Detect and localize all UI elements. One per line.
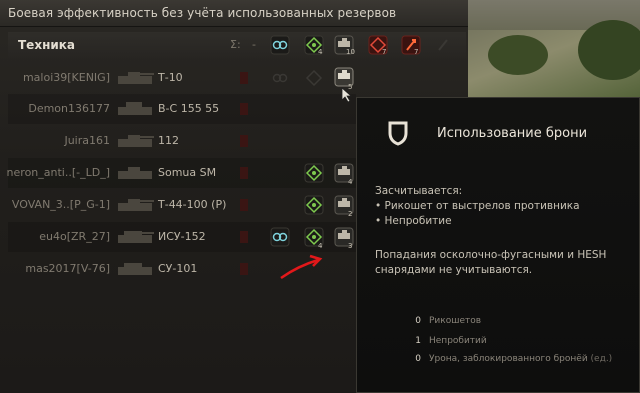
tooltip-counted-label: Засчитывается: xyxy=(375,185,463,197)
fire-indicator-icon xyxy=(240,135,248,147)
tank-name: Т-44-100 (Р) xyxy=(158,198,227,211)
tank-name: В-С 155 55 xyxy=(158,102,220,115)
mouse-cursor-icon xyxy=(341,87,353,103)
tank-icon xyxy=(118,263,152,275)
tooltip-note-line2: снарядами не учитываются. xyxy=(375,264,533,276)
shield-icon xyxy=(388,121,408,146)
table-row[interactable]: maloi39[KENIG] Т-10 5 xyxy=(8,63,356,93)
tree xyxy=(488,35,548,75)
tank-name: СУ-101 xyxy=(158,262,198,275)
fire-indicator-icon xyxy=(240,263,248,275)
tooltip-title: Использование брони xyxy=(437,126,588,141)
stat-blocked-damage: 0 Урона, заблокированного бронёй (ед.) xyxy=(397,354,612,364)
armor-count: 2 xyxy=(348,210,353,218)
stat-value: 0 xyxy=(415,316,421,326)
table-row[interactable]: VOVAN_3..[P_G-1] Т-44-100 (Р) 2 xyxy=(8,190,356,220)
tank-icon xyxy=(118,135,154,147)
stat-label: Урона, заблокированного бронёй xyxy=(429,354,588,364)
sigma-value: - xyxy=(252,38,256,51)
fire-indicator-icon xyxy=(240,199,248,211)
tank-icon xyxy=(118,231,154,243)
tank-icon xyxy=(118,167,152,179)
table-header: Техника Σ: - 4 10 7 7 xyxy=(8,32,466,58)
player-name: eu4o[ZR_27] xyxy=(39,230,110,243)
damage-assist-icon[interactable] xyxy=(433,35,453,55)
header-damage-count: 7 xyxy=(414,48,419,56)
spot-assist-icon[interactable] xyxy=(304,195,324,215)
player-name: Juira161 xyxy=(64,134,110,147)
tree xyxy=(578,20,640,80)
tank-name: ИСУ-152 xyxy=(158,230,206,243)
table-row[interactable]: Juira161 112 xyxy=(8,126,356,156)
stat-value: 0 xyxy=(415,354,421,364)
tooltip-note-line1: Попадания осколочно-фугасными и HESH xyxy=(375,249,607,261)
window-title: Боевая эффективность без учёта использов… xyxy=(8,6,397,20)
sigma-label: Σ: xyxy=(230,38,241,51)
stat-unit: (ед.) xyxy=(590,354,613,364)
tank-icon xyxy=(118,102,152,115)
stat-nonpenetrations: 1 Непробитий xyxy=(397,336,487,346)
track-assist-icon[interactable] xyxy=(270,227,290,247)
tank-name: Somua SM xyxy=(158,166,217,179)
table-row[interactable]: neron_anti..[-_LD_] Somua SM 4 xyxy=(6,158,356,188)
stat-label: Непробитий xyxy=(429,336,487,346)
tooltip-bullet-ricochet: • Рикошет от выстрелов противника xyxy=(375,200,580,212)
tank-icon xyxy=(118,72,154,84)
vehicle-column-label: Техника xyxy=(18,38,76,52)
player-name: Demon136177 xyxy=(28,102,110,115)
tank-icon xyxy=(118,199,154,211)
tank-name: 112 xyxy=(158,134,179,147)
player-name: VOVAN_3..[P_G-1] xyxy=(11,198,110,211)
armor-use-tooltip: Использование брони Засчитывается: • Рик… xyxy=(356,97,640,393)
spot-assist-icon[interactable] xyxy=(304,163,324,183)
annotation-arrow-icon xyxy=(280,254,323,280)
stat-label: Рикошетов xyxy=(429,316,482,326)
player-name: mas2017[V-76] xyxy=(25,262,110,275)
armor-count: 3 xyxy=(348,242,353,250)
fire-indicator-icon xyxy=(240,231,248,243)
fire-indicator-icon xyxy=(240,72,248,84)
tank-name: Т-10 xyxy=(158,71,183,84)
assist-count: 4 xyxy=(318,242,323,250)
window-titlebar: Боевая эффективность без учёта использов… xyxy=(0,0,468,27)
header-spot-count: 7 xyxy=(382,48,387,56)
player-name: neron_anti..[-_LD_] xyxy=(6,166,110,179)
tooltip-bullet-nonpen: • Непробитие xyxy=(375,215,452,227)
table-row[interactable]: Demon136177 В-С 155 55 xyxy=(8,94,356,124)
armor-count: 4 xyxy=(348,178,353,186)
stat-ricochets: 0 Рикошетов xyxy=(397,316,481,326)
header-armor-count: 10 xyxy=(346,48,355,56)
player-name: maloi39[KENIG] xyxy=(22,71,110,84)
track-assist-icon[interactable] xyxy=(270,68,290,88)
table-row[interactable]: eu4o[ZR_27] ИСУ-152 4 3 xyxy=(8,222,356,252)
track-assist-icon[interactable] xyxy=(270,35,290,55)
stat-value: 1 xyxy=(415,336,421,346)
header-assist-count: 4 xyxy=(318,48,323,56)
fire-indicator-icon xyxy=(240,167,248,179)
spot-assist-icon[interactable] xyxy=(304,68,324,88)
fire-indicator-icon xyxy=(240,103,248,115)
